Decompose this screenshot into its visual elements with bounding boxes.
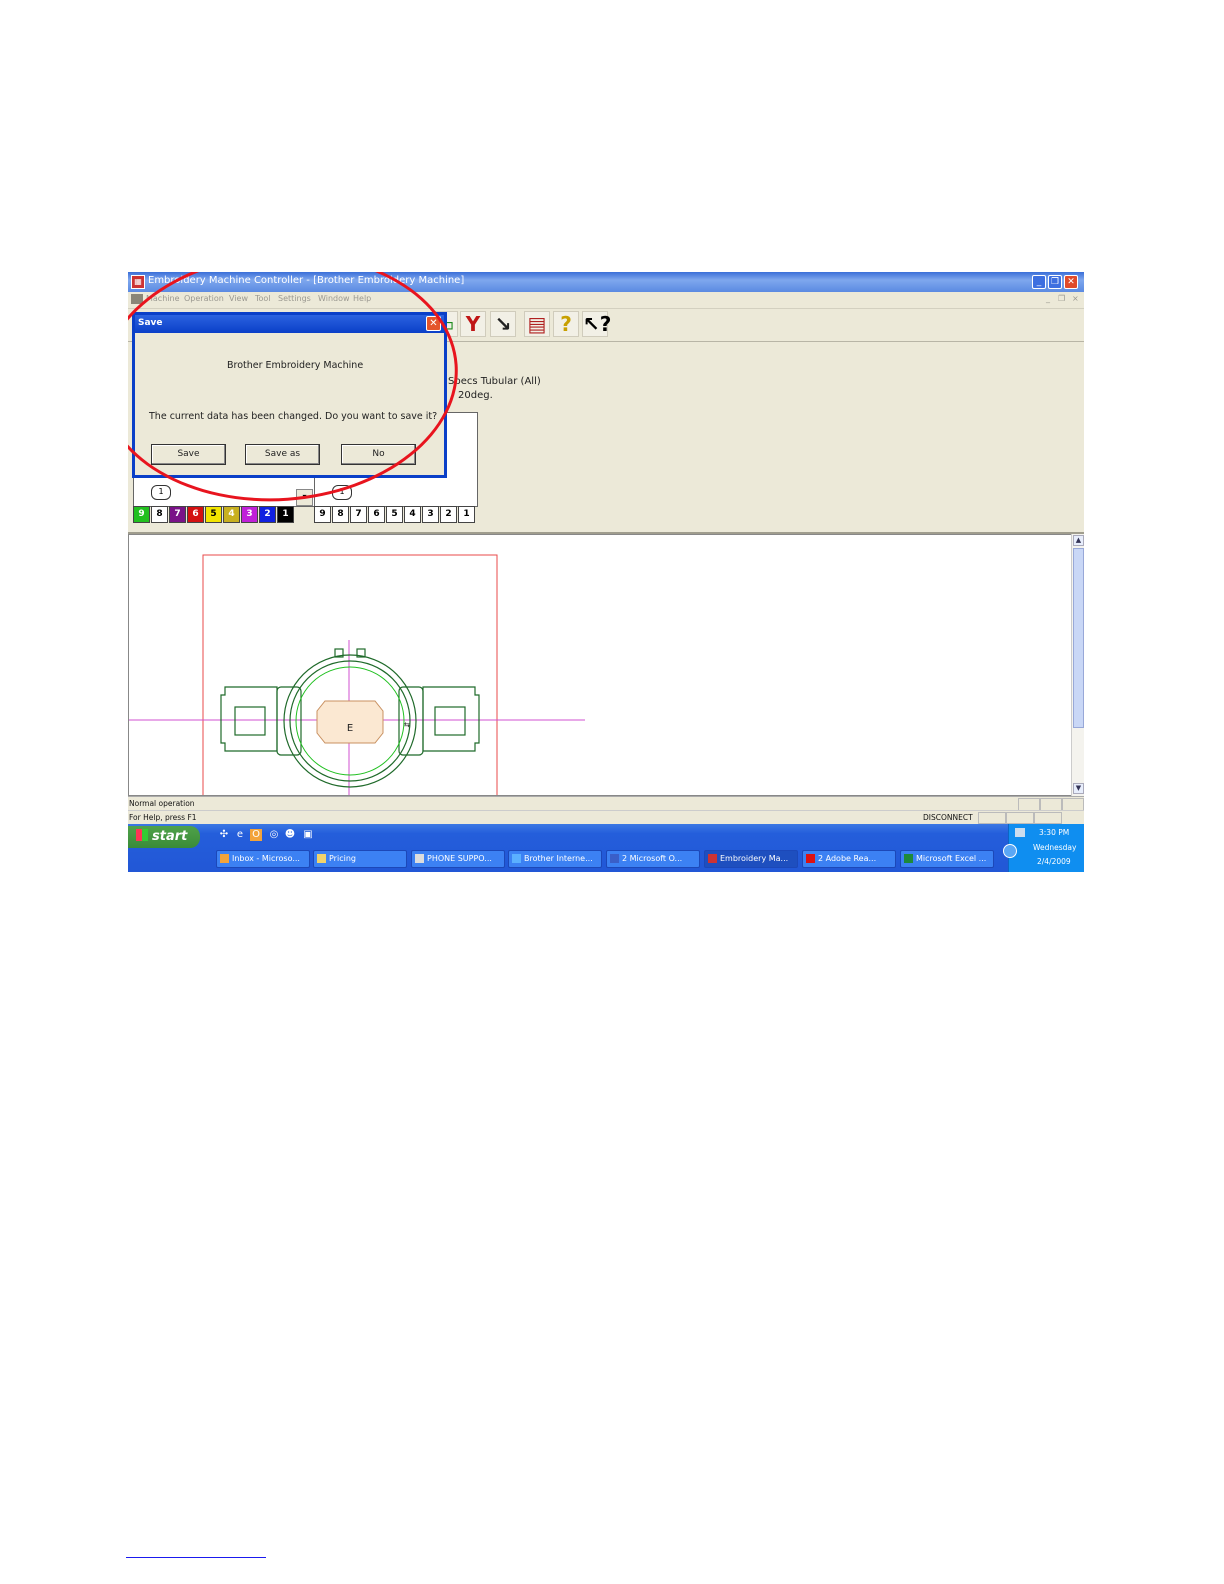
hoop-label: E — [347, 723, 353, 734]
taskbar: start ✣ e O ◎ ☻ ▣ Inbox - Microso... Pric… — [128, 824, 1084, 872]
needle-color-cell: 4 — [223, 506, 240, 523]
clock-date: 2/4/2009 — [1037, 857, 1071, 866]
needle-number-cell: 1 — [458, 506, 475, 523]
outlook-icon[interactable]: O — [250, 829, 262, 841]
close-button[interactable]: ✕ — [1064, 275, 1078, 289]
needle-number-cell: 6 — [368, 506, 385, 523]
network-tray-icon[interactable] — [1015, 828, 1025, 837]
mdi-close-icon[interactable]: × — [1072, 294, 1079, 303]
excel-icon — [904, 854, 913, 863]
window-icon — [415, 854, 424, 863]
angle-text: 20deg. — [458, 390, 493, 401]
help-hint: For Help, press F1 — [129, 813, 197, 822]
split-tool-icon[interactable]: Y — [460, 311, 486, 337]
status-pane — [1006, 812, 1034, 824]
application-screen: ▦ Embroidery Machine Controller - [Broth… — [128, 272, 1084, 872]
needle-number-cell: 9 — [314, 506, 331, 523]
taskbar-button[interactable]: Embroidery Ma... — [704, 850, 798, 868]
desktop-icon[interactable]: ▣ — [302, 829, 314, 841]
start-label: start — [152, 829, 188, 844]
needle-color-cell: 6 — [187, 506, 204, 523]
needle-color-cell: 2 — [259, 506, 276, 523]
taskbar-button-label: Microsoft Excel ... — [916, 854, 987, 863]
needle-number-cell: 7 — [350, 506, 367, 523]
taskbar-button-label: 2 Microsoft O... — [622, 854, 683, 863]
mdi-restore-icon[interactable]: ❐ — [1058, 294, 1065, 303]
restore-button[interactable]: ❐ — [1048, 275, 1062, 289]
system-tray: 3:30 PM Wednesday 2/4/2009 — [1003, 824, 1084, 872]
needle-number-cell: 3 — [422, 506, 439, 523]
scroll-up-icon[interactable]: ▲ — [1073, 535, 1084, 546]
ie-icon[interactable]: e — [234, 829, 246, 841]
folder-icon — [317, 854, 326, 863]
taskbar-button-label: Pricing — [329, 854, 356, 863]
connection-status: DISCONNECT — [923, 813, 973, 822]
status-pane — [1034, 812, 1062, 824]
status-bar-help: For Help, press F1 DISCONNECT — [128, 810, 1084, 824]
start-button[interactable]: start — [128, 826, 200, 848]
taskbar-button[interactable]: Brother Interne... — [508, 850, 602, 868]
needle-number-cell: 2 — [440, 506, 457, 523]
media-icon[interactable]: ◎ — [268, 829, 280, 841]
sewing-area-outline — [202, 554, 498, 795]
taskbar-button-label: PHONE SUPPO... — [427, 854, 492, 863]
status-pane — [978, 812, 1006, 824]
vertical-scrollbar[interactable]: ▲ ▼ — [1071, 534, 1084, 796]
status-bar-operation: Normal operation — [128, 796, 1084, 811]
needle-oval: 1 — [151, 485, 171, 500]
design-area — [316, 700, 384, 744]
needle-number-cell: 5 — [386, 506, 403, 523]
resize-tool-icon[interactable]: ↘ — [490, 311, 516, 337]
mdi-minimize-icon[interactable]: _ — [1046, 294, 1050, 303]
taskbar-button-label: Brother Interne... — [524, 854, 593, 863]
taskbar-button[interactable]: 2 Adobe Rea... — [802, 850, 896, 868]
network-icon[interactable]: ✣ — [218, 829, 230, 841]
needle-number-cell: 4 — [404, 506, 421, 523]
needle-number-cell: 8 — [332, 506, 349, 523]
messenger-icon[interactable]: ☻ — [284, 829, 296, 841]
needle-color-cell: 8 — [151, 506, 168, 523]
word-icon — [610, 854, 619, 863]
hoop-mark-icon: ⇆ — [404, 721, 410, 729]
needle-color-cell: 7 — [169, 506, 186, 523]
scroll-down-icon[interactable]: ▼ — [1073, 783, 1084, 794]
needle-color-cell: 1 — [277, 506, 294, 523]
needle-color-cell: 9 — [133, 506, 150, 523]
ie-icon — [512, 854, 521, 863]
needle-color-cell: 3 — [241, 506, 258, 523]
windows-logo-icon — [136, 829, 148, 841]
help-icon[interactable]: ? — [553, 311, 579, 337]
operation-status: Normal operation — [129, 799, 195, 808]
embroidery-tool-icon[interactable]: ▤ — [524, 311, 550, 337]
taskbar-button[interactable]: 2 Microsoft O... — [606, 850, 700, 868]
taskbar-button-label: Embroidery Ma... — [720, 854, 789, 863]
scroll-thumb[interactable] — [1073, 548, 1084, 728]
acrobat-icon — [806, 854, 815, 863]
hoop-drawing: E ⇆ — [129, 554, 585, 795]
app-icon: ▦ — [131, 275, 145, 289]
clock-time[interactable]: 3:30 PM — [1039, 828, 1069, 837]
needle-color-cell: 5 — [205, 506, 222, 523]
minimize-button[interactable]: _ — [1032, 275, 1046, 289]
taskbar-button[interactable]: Microsoft Excel ... — [900, 850, 994, 868]
design-canvas[interactable]: E ⇆ — [128, 534, 1073, 796]
footnote-divider — [126, 1557, 266, 1558]
taskbar-button[interactable]: PHONE SUPPO... — [411, 850, 505, 868]
taskbar-button[interactable]: Inbox - Microso... — [216, 850, 310, 868]
frame-spec-text: Specs Tubular (All) — [448, 376, 541, 387]
taskbar-button-label: 2 Adobe Rea... — [818, 854, 877, 863]
tray-expand-icon[interactable] — [1003, 844, 1017, 858]
taskbar-button-label: Inbox - Microso... — [232, 854, 300, 863]
context-help-icon[interactable]: ↖? — [582, 311, 611, 337]
clock-day: Wednesday — [1033, 843, 1077, 852]
embroidery-icon — [708, 854, 717, 863]
outlook-icon — [220, 854, 229, 863]
taskbar-button[interactable]: Pricing — [313, 850, 407, 868]
